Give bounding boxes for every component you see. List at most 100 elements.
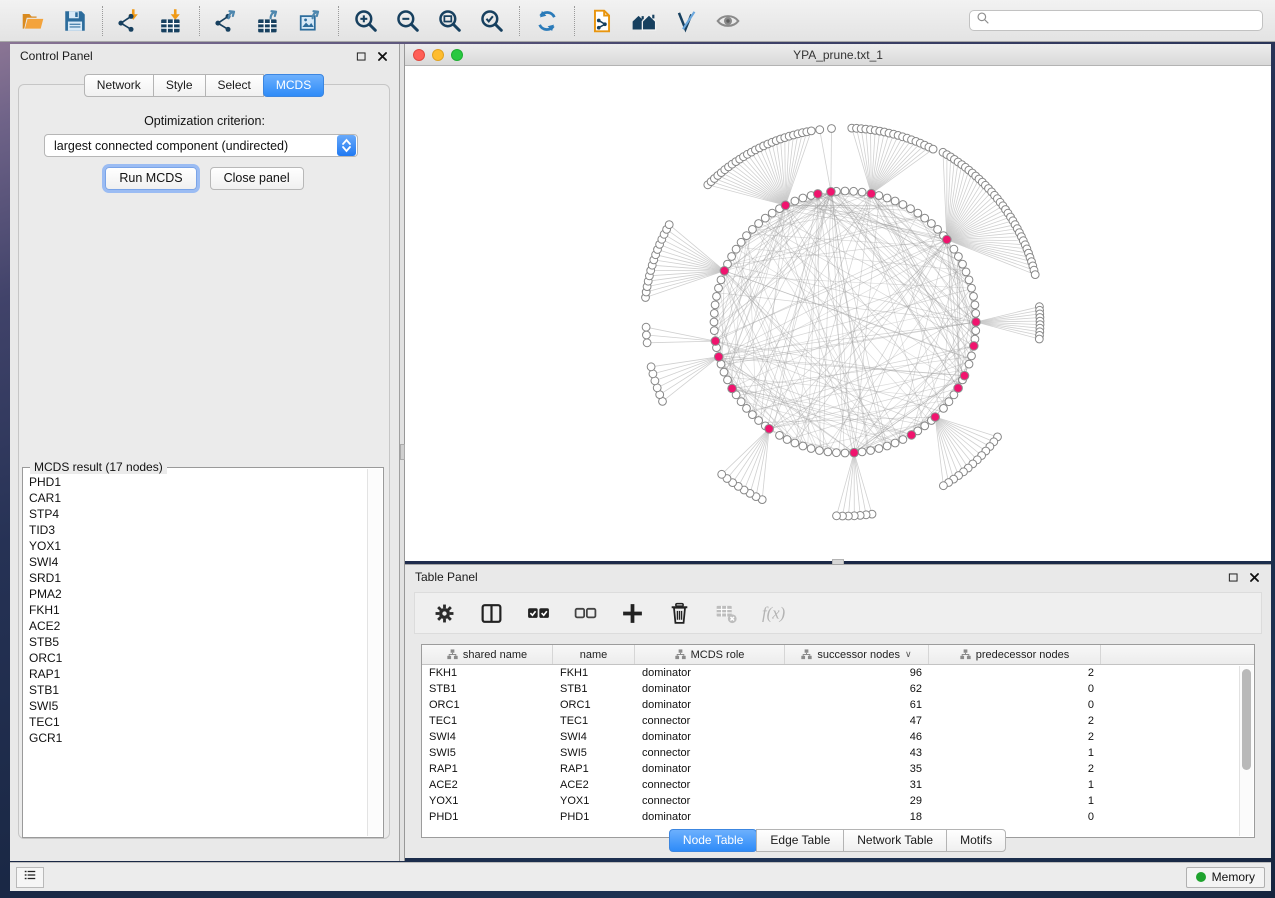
task-history-button[interactable] [16,867,44,888]
close-panel-icon[interactable] [376,50,389,63]
float-panel-icon[interactable] [1227,571,1240,584]
result-node[interactable]: STB1 [27,682,365,698]
tab-network-table[interactable]: Network Table [843,829,947,852]
tab-style[interactable]: Style [153,74,206,97]
hide-visual-icon[interactable] [671,6,701,36]
result-node[interactable]: TID3 [27,522,365,538]
result-node[interactable]: GCR1 [27,730,365,746]
column-header-name[interactable]: name [553,645,635,664]
network-overview-icon[interactable] [629,6,659,36]
network-canvas[interactable] [405,66,1271,560]
column-header-shared-name[interactable]: shared name [422,645,553,664]
float-panel-icon[interactable] [355,50,368,63]
import-table-icon[interactable] [157,6,187,36]
tree-icon [675,649,686,660]
table-row[interactable]: RAP1RAP1dominator352 [422,761,1254,777]
table-row[interactable]: FKH1FKH1dominator962 [422,665,1254,681]
result-scrollbar[interactable] [367,469,382,836]
table-row[interactable]: PHD1PHD1dominator180 [422,809,1254,825]
table-row[interactable]: STB1STB1dominator620 [422,681,1254,697]
table-row[interactable]: SWI5SWI5connector431 [422,745,1254,761]
tab-mcds[interactable]: MCDS [263,74,324,97]
tab-edge-table[interactable]: Edge Table [756,829,844,852]
run-mcds-button[interactable]: Run MCDS [105,167,196,190]
mcds-result-list[interactable]: PHD1CAR1STP4TID3YOX1SWI4SRD1PMA2FKH1ACE2… [27,474,365,833]
node-table-body: FKH1FKH1dominator962STB1STB1dominator620… [422,665,1254,825]
table-cell: 2 [929,731,1101,743]
result-node[interactable]: PHD1 [27,474,365,490]
result-node[interactable]: PMA2 [27,586,365,602]
table-cell: 1 [929,779,1101,791]
close-panel-button[interactable]: Close panel [210,167,304,190]
table-cell: SWI5 [422,747,553,759]
result-node[interactable]: ACE2 [27,618,365,634]
table-cell: 62 [785,683,929,695]
add-row-icon[interactable] [617,598,647,628]
result-node[interactable]: YOX1 [27,538,365,554]
table-cell: SWI5 [553,747,635,759]
export-network-icon[interactable] [212,6,242,36]
table-row[interactable]: SWI4SWI4dominator462 [422,729,1254,745]
table-scrollbar[interactable] [1239,666,1253,836]
table-cell: TEC1 [422,715,553,727]
table-cell: ORC1 [422,699,553,711]
control-panel: Control Panel NetworkStyleSelectMCDS Opt… [10,44,400,861]
import-network-icon[interactable] [115,6,145,36]
search-input[interactable] [994,14,1256,28]
zoom-out-icon[interactable] [393,6,423,36]
result-node[interactable]: STB5 [27,634,365,650]
table-cell: PHD1 [553,811,635,823]
column-header-successor-nodes[interactable]: successor nodes∨ [785,645,929,664]
result-node[interactable]: RAP1 [27,666,365,682]
result-node[interactable]: FKH1 [27,602,365,618]
gear-icon[interactable] [429,598,459,628]
table-scrollbar-thumb[interactable] [1242,669,1251,770]
table-cell: 46 [785,731,929,743]
save-icon[interactable] [60,6,90,36]
mcds-result-title: MCDS result (17 nodes) [30,460,167,474]
criterion-select[interactable]: largest connected component (undirected) [44,134,358,157]
table-cell: FKH1 [553,667,635,679]
table-cell: 18 [785,811,929,823]
table-row[interactable]: TEC1TEC1connector472 [422,713,1254,729]
new-network-doc-icon[interactable] [587,6,617,36]
table-cell: STB1 [553,683,635,695]
show-eye-icon[interactable] [713,6,743,36]
table-row[interactable]: YOX1YOX1connector291 [422,793,1254,809]
select-stepper-icon [337,135,356,156]
memory-button[interactable]: Memory [1186,867,1265,888]
deselect-all-icon[interactable] [570,598,600,628]
result-node[interactable]: SWI5 [27,698,365,714]
close-panel-icon[interactable] [1248,571,1261,584]
table-cell: ACE2 [422,779,553,791]
tab-node-table[interactable]: Node Table [669,829,758,852]
export-table-icon[interactable] [254,6,284,36]
result-node[interactable]: ORC1 [27,650,365,666]
table-cell: 29 [785,795,929,807]
network-graph[interactable] [405,66,1271,560]
table-row[interactable]: ORC1ORC1dominator610 [422,697,1254,713]
search-box[interactable] [969,10,1263,31]
layout-refresh-icon[interactable] [532,6,562,36]
select-all-icon[interactable] [523,598,553,628]
export-image-icon[interactable] [296,6,326,36]
tab-select[interactable]: Select [205,74,264,97]
result-node[interactable]: SWI4 [27,554,365,570]
table-cell: dominator [635,763,785,775]
split-panel-icon[interactable] [476,598,506,628]
result-node[interactable]: CAR1 [27,490,365,506]
column-header-predecessor-nodes[interactable]: predecessor nodes [929,645,1101,664]
tab-motifs[interactable]: Motifs [946,829,1006,852]
zoom-in-icon[interactable] [351,6,381,36]
result-node[interactable]: STP4 [27,506,365,522]
table-row[interactable]: ACE2ACE2connector311 [422,777,1254,793]
zoom-fit-icon[interactable] [435,6,465,36]
column-header-MCDS-role[interactable]: MCDS role [635,645,785,664]
open-icon[interactable] [18,6,48,36]
result-node[interactable]: TEC1 [27,714,365,730]
delete-row-icon[interactable] [664,598,694,628]
network-window: YPA_prune.txt_1 [405,44,1271,561]
result-node[interactable]: SRD1 [27,570,365,586]
zoom-selected-icon[interactable] [477,6,507,36]
tab-network[interactable]: Network [84,74,154,97]
